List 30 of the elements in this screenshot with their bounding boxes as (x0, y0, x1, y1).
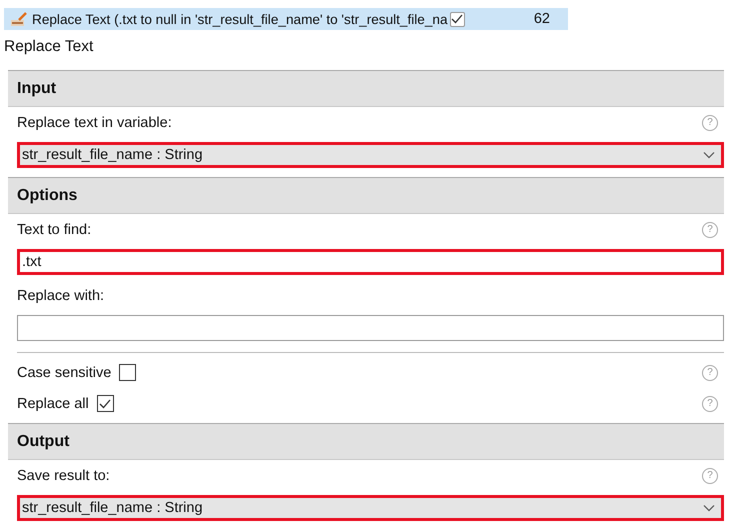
chevron-down-icon (703, 151, 715, 159)
pencil-icon (10, 11, 28, 27)
help-button[interactable]: ? (702, 468, 718, 484)
line-number: 62 (534, 11, 550, 27)
help-button[interactable]: ? (702, 114, 718, 130)
task-row[interactable]: Replace Text (.txt to null in 'str_result_file_name' to 'str_result_file_na 62 (4, 8, 568, 30)
section-header: Options (8, 177, 724, 214)
field-label: Replace with: (17, 288, 104, 304)
field-label: Save result to: (17, 468, 110, 484)
checkbox-label: Replace all (17, 396, 89, 412)
checkbox[interactable] (96, 395, 114, 412)
checkbox-label: Case sensitive (17, 364, 112, 380)
task-label: Replace Text (.txt to null in 'str_result_file_name' to 'str_result_file_na (32, 12, 448, 26)
field-label: Text to find: (17, 222, 92, 238)
input-field[interactable] (17, 315, 724, 341)
checkmark-icon (451, 13, 464, 25)
panel-title: Replace Text (4, 38, 94, 56)
help-button[interactable]: ? (702, 222, 718, 238)
input-field[interactable]: .txt (17, 249, 724, 275)
checkbox[interactable] (119, 364, 136, 381)
section-header: Output (8, 423, 724, 460)
checkmark-icon (99, 398, 112, 410)
dropdown[interactable]: str_result_file_name : String (17, 142, 724, 168)
section-header: Input (8, 70, 724, 107)
chevron-down-icon (703, 504, 715, 512)
help-button[interactable]: ? (702, 364, 718, 380)
help-button[interactable]: ? (702, 396, 718, 412)
dropdown[interactable]: str_result_file_name : String (17, 495, 724, 521)
field-label: Replace text in variable: (17, 114, 172, 130)
checkbox[interactable] (450, 12, 465, 26)
